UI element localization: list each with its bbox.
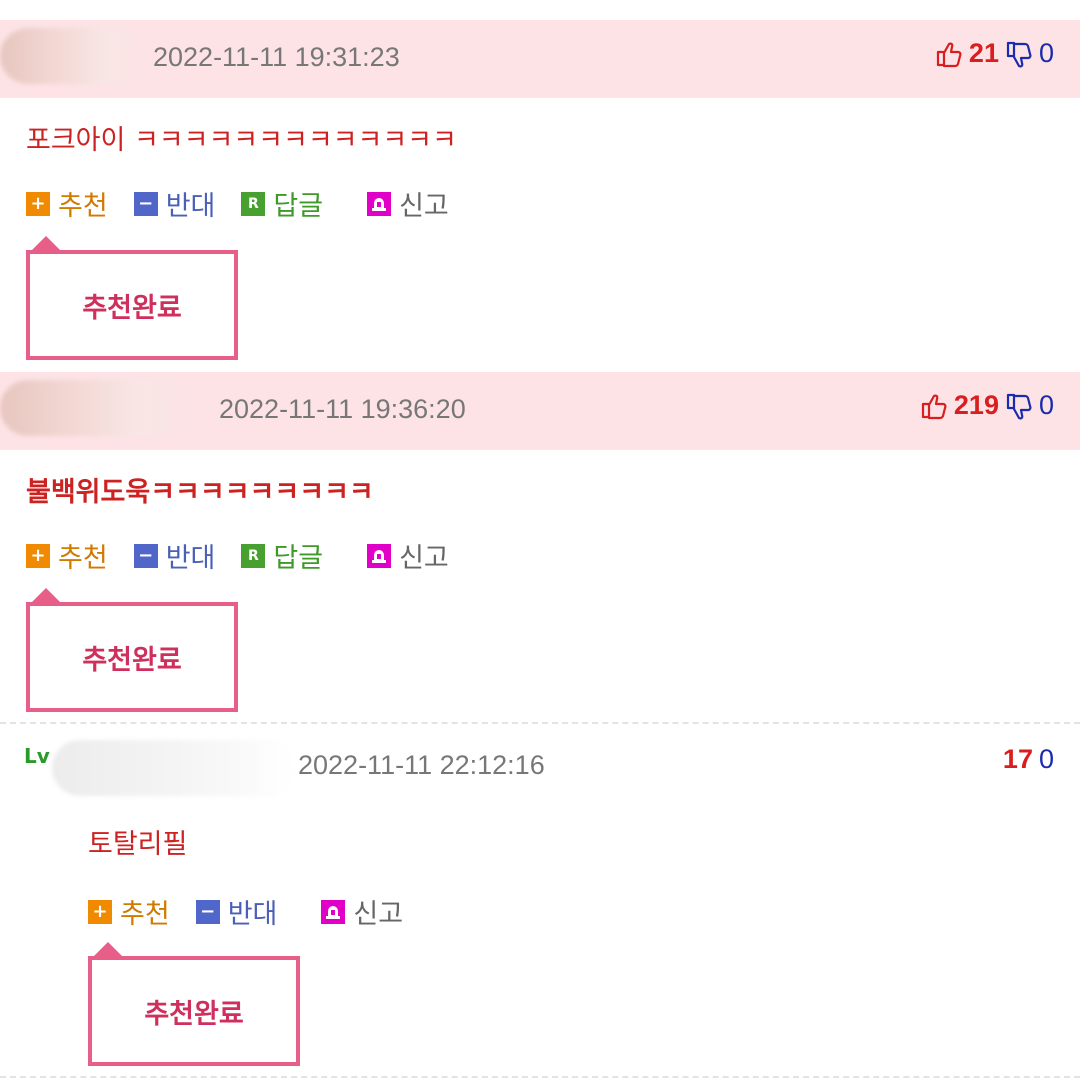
siren-icon xyxy=(367,191,392,216)
siren-icon xyxy=(367,543,392,568)
recommend-label: 추천 xyxy=(58,191,108,222)
level-icon: Lv xyxy=(24,744,50,768)
recommend-done-label: 추천완료 xyxy=(82,292,182,324)
recommend-button[interactable]: + 추천 xyxy=(26,184,108,223)
oppose-button[interactable]: − 반대 xyxy=(133,536,216,575)
recommend-label: 추천 xyxy=(120,899,170,930)
report-button[interactable]: 신고 xyxy=(367,184,449,223)
comment-date: 2022-11-11 19:36:20 xyxy=(219,394,466,424)
vote-counts: 219 0 xyxy=(920,390,1054,421)
thumbs-down-icon xyxy=(1006,41,1032,67)
comment-actions: + 추천 − 반대 신고 xyxy=(88,892,429,931)
oppose-button[interactable]: − 반대 xyxy=(133,184,216,223)
reply-button[interactable]: R 답글 xyxy=(241,536,323,575)
recommend-done-popup: 추천완료 xyxy=(26,250,238,360)
reply-label: 답글 xyxy=(273,191,324,222)
recommend-button[interactable]: + 추천 xyxy=(88,892,170,931)
comment-date: 2022-11-11 22:12:16 xyxy=(298,750,545,780)
comment-text: 토탈리필 xyxy=(88,829,188,860)
report-label: 신고 xyxy=(399,191,449,222)
comment-actions: + 추천 − 반대 R 답글 신고 xyxy=(26,536,475,575)
comment-header: Lv 2022-11-11 22:12:16 17 0 xyxy=(0,724,1080,802)
thumbs-up-icon xyxy=(921,394,947,419)
recommend-done-label: 추천완료 xyxy=(144,998,244,1030)
report-label: 신고 xyxy=(353,899,404,930)
down-count: 0 xyxy=(1038,390,1054,420)
recommend-done-label: 추천완료 xyxy=(82,644,182,676)
report-button[interactable]: 신고 xyxy=(321,892,403,931)
up-count: 219 xyxy=(953,390,999,420)
plus-icon: + xyxy=(26,543,50,568)
comment-actions: + 추천 − 반대 R 답글 신고 xyxy=(26,184,475,223)
minus-icon: − xyxy=(133,191,158,216)
oppose-label: 반대 xyxy=(227,899,278,930)
up-count: 17 xyxy=(1002,744,1033,774)
comment-header: 2022-11-11 19:31:23 21 0 xyxy=(0,20,1080,98)
popup-pointer xyxy=(94,942,122,956)
comment-divider xyxy=(0,1076,1080,1078)
reply-r-icon: R xyxy=(241,543,266,568)
comment-text: 불백위도욱ㅋㅋㅋㅋㅋㅋㅋㅋㅋ xyxy=(26,477,374,508)
avatar[interactable] xyxy=(0,28,150,84)
plus-icon: + xyxy=(88,899,112,924)
comment-header: 2022-11-11 19:36:20 219 0 xyxy=(0,372,1080,450)
recommend-done-popup: 추천완료 xyxy=(88,956,300,1066)
oppose-label: 반대 xyxy=(165,191,216,222)
recommend-done-popup: 추천완료 xyxy=(26,602,238,712)
minus-icon: − xyxy=(133,543,158,568)
comment-text: 포크아이 ㅋㅋㅋㅋㅋㅋㅋㅋㅋㅋㅋㅋㅋ xyxy=(26,125,457,156)
comment-date: 2022-11-11 19:31:23 xyxy=(153,42,400,72)
vote-counts: 17 0 xyxy=(1003,744,1054,775)
reply-button[interactable]: R 답글 xyxy=(241,184,323,223)
recommend-button[interactable]: + 추천 xyxy=(26,536,108,575)
vote-counts: 21 0 xyxy=(935,38,1054,69)
avatar[interactable] xyxy=(0,380,196,436)
plus-icon: + xyxy=(26,191,50,216)
down-count: 0 xyxy=(1038,744,1054,774)
oppose-label: 반대 xyxy=(165,543,216,574)
report-button[interactable]: 신고 xyxy=(367,536,449,575)
down-count: 0 xyxy=(1038,38,1054,68)
thumbs-up-icon xyxy=(936,42,962,67)
thumbs-down-icon xyxy=(1006,393,1032,419)
recommend-label: 추천 xyxy=(58,543,108,574)
popup-pointer xyxy=(32,236,60,250)
popup-pointer xyxy=(32,588,60,602)
oppose-button[interactable]: − 반대 xyxy=(195,892,278,931)
reply-r-icon: R xyxy=(241,191,266,216)
up-count: 21 xyxy=(968,38,999,68)
minus-icon: − xyxy=(195,899,220,924)
siren-icon xyxy=(321,899,346,924)
reply-label: 답글 xyxy=(273,543,324,574)
avatar[interactable] xyxy=(52,740,296,796)
report-label: 신고 xyxy=(399,543,449,574)
